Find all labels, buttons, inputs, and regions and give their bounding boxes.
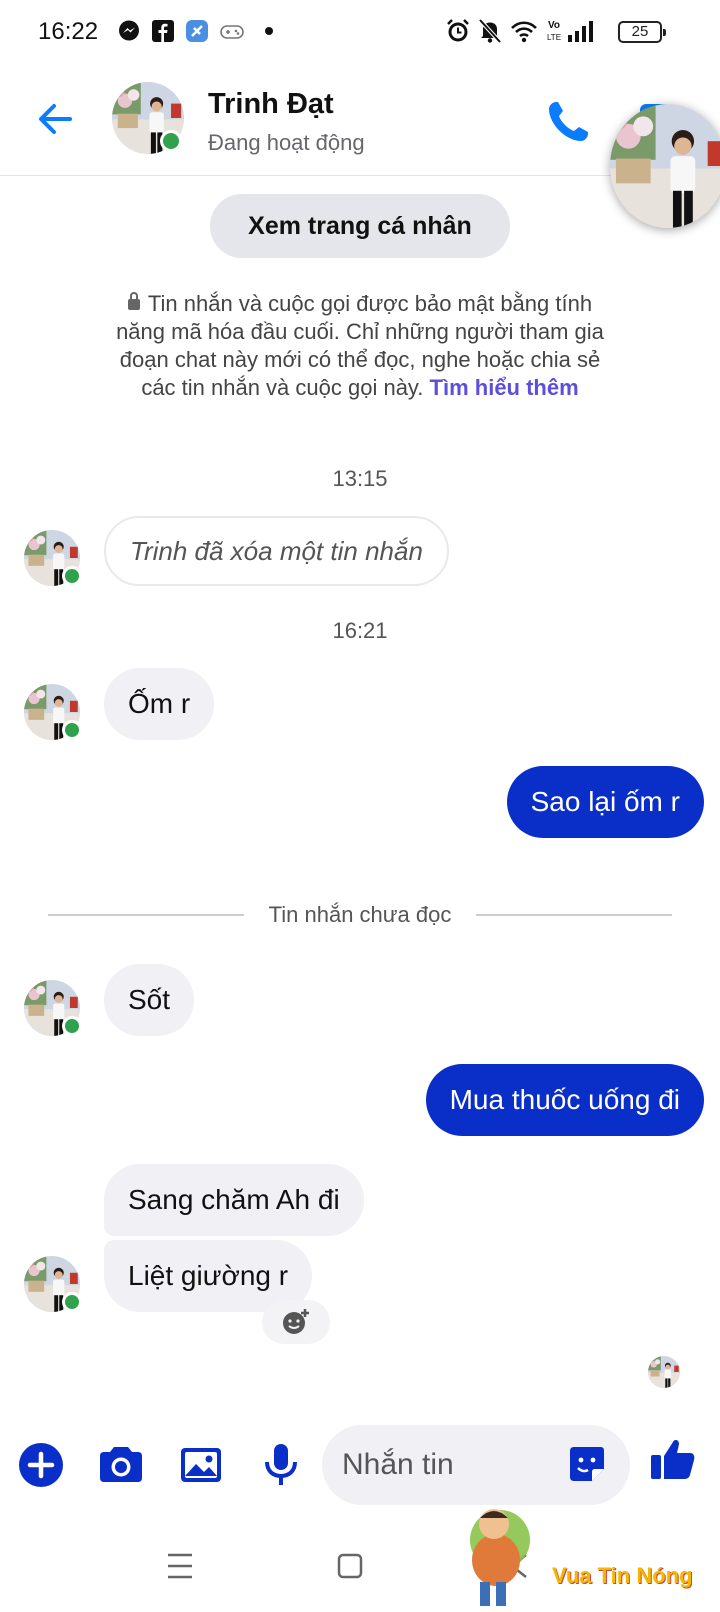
lock-icon <box>127 292 140 310</box>
view-profile-button[interactable]: Xem trang cá nhân <box>210 194 510 258</box>
facebook-icon <box>152 20 174 42</box>
status-bar: 16:22 Vo LTE 25 <box>0 0 720 64</box>
unread-divider-label: Tin nhắn chưa đọc <box>268 902 452 927</box>
add-reaction-button[interactable] <box>262 1300 330 1344</box>
online-indicator <box>62 566 82 586</box>
sticker-icon[interactable] <box>566 1443 608 1485</box>
wifi-icon <box>511 21 537 43</box>
message-input[interactable] <box>342 1425 562 1505</box>
add-reaction-icon <box>283 1309 309 1334</box>
svg-text:Vo: Vo <box>548 20 560 31</box>
incoming-message[interactable]: Sốt <box>104 964 195 1036</box>
volte-icon: Vo LTE <box>547 20 561 42</box>
online-indicator <box>160 130 182 152</box>
microphone-icon[interactable] <box>256 1440 306 1490</box>
app-icon <box>186 20 208 42</box>
incoming-message[interactable]: Ốm r <box>104 668 215 740</box>
learn-more-link[interactable]: Tìm hiểu thêm <box>430 375 579 400</box>
watermark-text: Vua Tin Nóng <box>552 1563 693 1588</box>
signal-icon <box>568 21 593 42</box>
encryption-notice: Tin nhắn và cuộc gọi được bảo mật bằng t… <box>110 290 610 402</box>
deleted-message[interactable]: Trinh đã xóa một tin nhắn <box>104 516 449 586</box>
avatar-image <box>648 1356 680 1388</box>
svg-text:LTE: LTE <box>547 33 561 42</box>
menu-icon[interactable] <box>160 1546 200 1586</box>
online-indicator <box>62 1292 82 1312</box>
back-arrow-icon[interactable] <box>30 94 80 144</box>
mute-icon <box>478 18 502 44</box>
chat-head-bubble[interactable] <box>610 104 720 228</box>
message-timestamp: 13:15 <box>332 466 388 491</box>
status-time: 16:22 <box>38 18 99 45</box>
thumbs-up-icon[interactable] <box>648 1434 698 1484</box>
messenger-icon <box>119 20 139 41</box>
plus-icon[interactable] <box>16 1440 66 1490</box>
incoming-message[interactable]: Sang chăm Ah đi <box>104 1164 364 1236</box>
camera-icon[interactable] <box>96 1440 146 1490</box>
read-receipt-avatar <box>648 1356 680 1388</box>
battery-icon: 25 <box>618 21 666 43</box>
alarm-icon <box>447 19 469 42</box>
outgoing-message[interactable]: Sao lại ốm r <box>506 766 704 838</box>
chat-head-image <box>610 104 720 228</box>
contact-status: Đang hoạt động <box>208 130 365 155</box>
message-composer <box>322 1425 630 1505</box>
phone-icon[interactable] <box>544 98 592 146</box>
online-indicator <box>62 720 82 740</box>
game-icon <box>220 25 244 39</box>
image-icon[interactable] <box>176 1440 226 1490</box>
online-indicator <box>62 1016 82 1036</box>
outgoing-message[interactable]: Mua thuốc uống đi <box>425 1064 704 1136</box>
message-timestamp: 16:21 <box>332 618 388 643</box>
dot-icon <box>265 27 273 35</box>
contact-name[interactable]: Trinh Đạt <box>208 88 334 121</box>
watermark-logo <box>470 1509 530 1606</box>
home-icon[interactable] <box>330 1546 370 1586</box>
